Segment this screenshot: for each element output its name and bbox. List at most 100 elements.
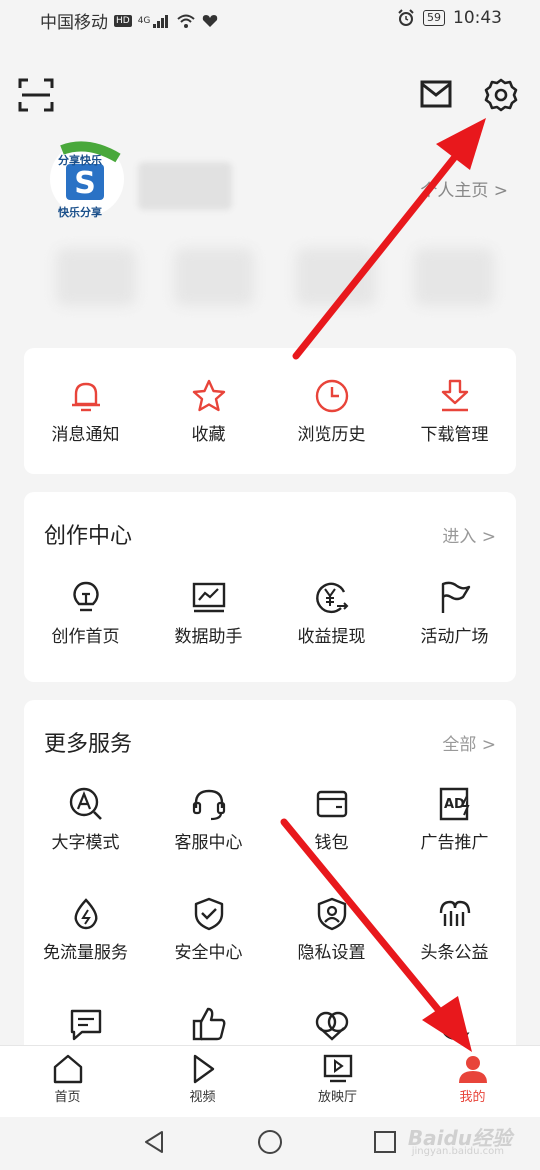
service-item-support[interactable]: 客服中心 (147, 786, 270, 853)
privacy-shield-icon (317, 897, 346, 931)
service-item-free-data[interactable]: 免流量服务 (24, 896, 147, 963)
carrier-name: 中国移动 (40, 13, 108, 33)
service-item-label: 头条公益 (420, 943, 489, 963)
service-item-night[interactable] (393, 1006, 516, 1042)
quick-action-label: 收藏 (191, 425, 226, 445)
back-icon[interactable] (142, 1129, 166, 1155)
tab-home[interactable]: 首页 (0, 1054, 135, 1105)
service-item-ads[interactable]: AD 广告推广 (393, 786, 516, 853)
profile-home-link[interactable]: 个人主页 > (420, 176, 508, 201)
clock-time: 10:43 (453, 8, 502, 28)
heart-link-icon (315, 1011, 348, 1041)
service-item-feedback[interactable] (24, 1006, 147, 1042)
creator-item-label: 收益提现 (297, 627, 366, 647)
creator-item-data[interactable]: 数据助手 (147, 580, 270, 647)
service-item-label: 安全中心 (174, 943, 243, 963)
service-item-label: 广告推广 (420, 833, 489, 853)
status-bar: 中国移动 HD 4G 59 10:43 (0, 0, 540, 38)
moon-icon (440, 1008, 469, 1041)
service-item-label: 隐私设置 (297, 943, 366, 963)
creator-item-home[interactable]: 创作首页 (24, 580, 147, 647)
gear-icon[interactable] (484, 78, 518, 112)
thumbs-up-icon (192, 1007, 225, 1041)
stat-blurred-4[interactable] (414, 248, 494, 306)
tab-label: 首页 (54, 1090, 81, 1105)
more-services-card: 更多服务 全部 > 大字模式 客服中心 钱包 AD 广告推广 免流量服务 安全中… (24, 700, 516, 1045)
download-icon (441, 379, 468, 412)
creator-item-label: 数据助手 (174, 627, 243, 647)
stat-blurred-1[interactable] (56, 248, 136, 306)
creator-item-earnings[interactable]: 收益提现 (270, 580, 393, 647)
service-item-label: 客服中心 (174, 833, 243, 853)
service-item-label: 钱包 (314, 833, 349, 853)
quick-action-notifications[interactable]: 消息通知 (24, 378, 147, 445)
feedback-icon (70, 1009, 101, 1041)
username-blurred (138, 162, 232, 210)
stat-blurred-3[interactable] (296, 248, 376, 306)
quick-action-label: 浏览历史 (297, 425, 366, 445)
creator-item-events[interactable]: 活动广场 (393, 580, 516, 647)
card-title: 更多服务 (44, 732, 133, 757)
status-left: 中国移动 HD 4G (40, 8, 218, 33)
service-item-label: 免流量服务 (43, 943, 128, 963)
hd-badge: HD (114, 14, 132, 27)
charity-icon (439, 900, 470, 926)
tab-label: 放映厅 (317, 1090, 357, 1105)
network-type: 4G (137, 15, 151, 26)
svg-text:S: S (74, 166, 96, 201)
battery-indicator: 59 (423, 10, 445, 26)
quick-action-favorites[interactable]: 收藏 (147, 378, 270, 445)
person-icon (458, 1056, 487, 1083)
screen-play-icon (323, 1054, 352, 1083)
more-services-all-link[interactable]: 全部 > (442, 730, 496, 755)
wifi-icon (177, 14, 196, 28)
scan-icon[interactable] (18, 78, 54, 112)
creator-item-label: 创作首页 (51, 627, 120, 647)
yen-exchange-icon (315, 582, 348, 614)
data-drop-icon (74, 898, 97, 930)
creator-center-enter-link[interactable]: 进入 > (442, 522, 496, 547)
tab-label: 视频 (189, 1090, 216, 1105)
tab-label: 我的 (459, 1090, 486, 1105)
headset-icon (192, 789, 225, 821)
chart-monitor-icon (192, 582, 225, 613)
watermark-url: jingyan.baidu.com (411, 1146, 504, 1157)
service-item-security[interactable]: 安全中心 (147, 896, 270, 963)
mail-icon[interactable] (420, 80, 452, 108)
tab-mine[interactable]: 我的 (405, 1054, 540, 1105)
play-icon (193, 1054, 214, 1084)
quick-action-history[interactable]: 浏览历史 (270, 378, 393, 445)
home-nav-icon[interactable] (257, 1129, 283, 1155)
signal-icon (153, 14, 169, 28)
bell-icon (71, 382, 100, 412)
quick-action-downloads[interactable]: 下载管理 (393, 378, 516, 445)
shield-check-icon (194, 897, 223, 931)
service-item-wallet[interactable]: 钱包 (270, 786, 393, 853)
avatar-caption-top: 分享快乐 (58, 154, 102, 167)
service-item-charity[interactable]: 头条公益 (393, 896, 516, 963)
tab-theater[interactable]: 放映厅 (270, 1054, 405, 1105)
wallet-icon (316, 790, 347, 818)
quick-action-label: 消息通知 (51, 425, 120, 445)
service-item-large-text[interactable]: 大字模式 (24, 786, 147, 853)
recents-icon[interactable] (372, 1129, 398, 1155)
quick-actions-card: 消息通知 收藏 浏览历史 下载管理 (24, 348, 516, 474)
alarm-icon (398, 9, 414, 26)
creator-item-label: 活动广场 (420, 627, 489, 647)
flag-icon (441, 581, 470, 613)
card-title: 创作中心 (44, 524, 133, 549)
service-item-label: 大字模式 (51, 833, 120, 853)
home-icon (53, 1054, 82, 1084)
arrow-to-settings (292, 118, 486, 360)
star-icon (192, 379, 225, 412)
service-item-privacy[interactable]: 隐私设置 (270, 896, 393, 963)
text-zoom-icon (69, 787, 102, 820)
service-item-like[interactable] (147, 1006, 270, 1042)
stat-blurred-2[interactable] (174, 248, 254, 306)
quick-action-label: 下载管理 (420, 425, 489, 445)
service-item-heart-link[interactable] (270, 1006, 393, 1042)
ad-icon: AD (439, 787, 470, 821)
clock-icon (315, 379, 348, 413)
tab-video[interactable]: 视频 (135, 1054, 270, 1105)
lightbulb-icon (72, 581, 99, 612)
